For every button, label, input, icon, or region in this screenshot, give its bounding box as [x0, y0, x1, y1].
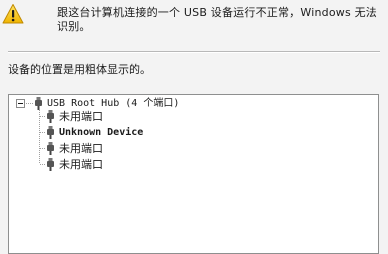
- device-tree[interactable]: USB Root Hub (4 个端口) 未用端口 Unknown Device…: [8, 94, 379, 254]
- usb-connector-icon: [47, 110, 54, 123]
- usb-connector-icon: [47, 126, 54, 139]
- warning-message: 跟这台计算机连接的一个 USB 设备运行不正常，Windows 无法识别。: [57, 6, 377, 33]
- collapse-toggle-icon[interactable]: [16, 99, 25, 108]
- tree-item-label: Unknown Device: [59, 127, 144, 138]
- tree-item-label: USB Root Hub (4 个端口): [47, 98, 180, 109]
- warning-icon: [2, 4, 24, 24]
- tree-item-unknown-device[interactable]: Unknown Device: [46, 126, 143, 139]
- tree-item-label: 未用端口: [59, 110, 103, 123]
- tree-item-label: 未用端口: [59, 158, 103, 171]
- tree-item-port-4[interactable]: 未用端口: [46, 158, 103, 171]
- divider: [8, 51, 380, 53]
- tree-item-port-3[interactable]: 未用端口: [46, 142, 103, 155]
- tree-item-root-hub[interactable]: USB Root Hub (4 个端口): [34, 97, 179, 110]
- usb-connector-icon: [35, 97, 42, 110]
- warning-header: 跟这台计算机连接的一个 USB 设备运行不正常，Windows 无法识别。: [0, 0, 388, 44]
- location-label: 设备的位置是用粗体显示的。: [8, 63, 151, 76]
- tree-item-label: 未用端口: [59, 142, 103, 155]
- tree-item-port-1[interactable]: 未用端口: [46, 110, 103, 123]
- usb-connector-icon: [47, 158, 54, 171]
- usb-connector-icon: [47, 142, 54, 155]
